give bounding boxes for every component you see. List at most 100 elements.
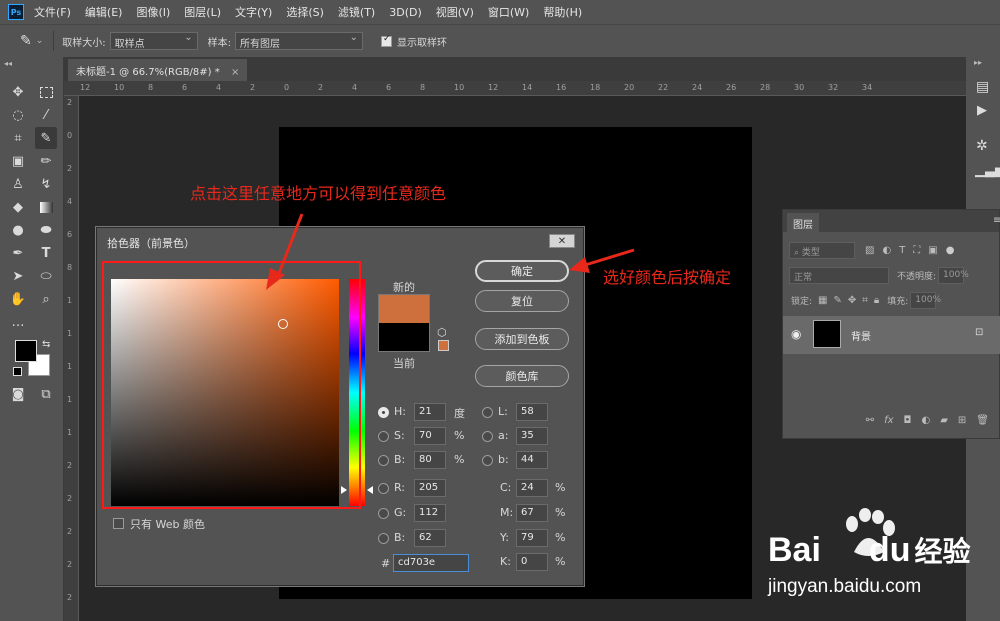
type-tool-icon[interactable]: T (35, 242, 57, 264)
menu-window[interactable]: 窗口(W) (488, 4, 529, 20)
screen-mode-icon[interactable]: ⧉ (35, 383, 57, 405)
sample-select[interactable]: 所有图层 (235, 32, 364, 50)
opacity-field[interactable]: 100% (938, 267, 969, 284)
cyan-field[interactable]: 24 (516, 479, 548, 497)
dodge-tool-icon[interactable]: ⬬ (35, 219, 57, 241)
brightness-radio[interactable] (378, 455, 389, 466)
pen-tool-icon[interactable]: ✒ (7, 242, 29, 264)
lock-all-icon[interactable]: 🔒︎ (874, 295, 879, 306)
panel-menu-icon[interactable]: ≡ (993, 215, 1000, 226)
delete-layer-icon[interactable]: 🗑︎ (976, 415, 989, 426)
menu-select[interactable]: 选择(S) (286, 4, 324, 20)
filter-adjustment-icon[interactable]: ◐ (882, 245, 891, 256)
document-tab[interactable]: 未标题-1 @ 66.7%(RGB/8#) * × (68, 59, 248, 81)
blue-radio[interactable] (378, 533, 389, 544)
histogram-panel-icon[interactable]: ▁▃▅ (975, 163, 1000, 178)
current-color-swatch[interactable] (378, 323, 430, 352)
menu-edit[interactable]: 编辑(E) (85, 4, 123, 20)
lab-l-field[interactable]: 58 (516, 403, 548, 421)
hand-tool-icon[interactable]: ✋ (7, 288, 29, 310)
ok-button[interactable]: 确定 (475, 260, 569, 282)
filter-toggle-icon[interactable]: ● (946, 245, 955, 256)
fill-field[interactable]: 100% (910, 292, 941, 309)
red-radio[interactable] (378, 483, 389, 494)
add-to-swatches-button[interactable]: 添加到色板 (475, 328, 569, 350)
black-field[interactable]: 0 (516, 553, 548, 571)
magic-wand-tool-icon[interactable]: ⁄ (35, 104, 57, 126)
red-field[interactable]: 205 (414, 479, 446, 497)
yellow-field[interactable]: 79 (516, 529, 548, 547)
menu-help[interactable]: 帮助(H) (543, 4, 582, 20)
close-icon[interactable]: ✕ (549, 234, 575, 248)
saturation-field[interactable]: 70 (414, 427, 446, 445)
filter-type-icon[interactable]: T (899, 245, 905, 256)
sample-size-select[interactable]: 取样点 (109, 32, 198, 50)
menu-layer[interactable]: 图层(L) (184, 4, 221, 20)
zoom-tool-icon[interactable]: ⌕ (35, 288, 57, 310)
layer-style-icon[interactable]: fx (884, 415, 893, 426)
web-safe-swatch[interactable] (438, 340, 449, 351)
stamp-tool-icon[interactable]: ♙ (7, 173, 29, 195)
history-brush-tool-icon[interactable]: ↯ (35, 173, 57, 195)
hue-field[interactable]: 21 (414, 403, 446, 421)
close-tab-icon[interactable]: × (231, 67, 239, 78)
gradient-tool-icon[interactable] (35, 196, 57, 218)
web-only-checkbox[interactable] (113, 518, 124, 529)
preset-chevron-icon[interactable]: ⌄ (36, 36, 44, 46)
visibility-eye-icon[interactable]: ◉ (791, 327, 801, 341)
blue-field[interactable]: 62 (414, 529, 446, 547)
lasso-tool-icon[interactable]: ◌ (7, 104, 29, 126)
blend-mode-select[interactable]: 正常 (789, 267, 889, 284)
lab-b-field[interactable]: 44 (516, 451, 548, 469)
foreground-color-swatch[interactable] (15, 340, 37, 362)
swap-colors-icon[interactable]: ⇆ (42, 339, 50, 350)
brush-tool-icon[interactable]: ✏ (35, 150, 57, 172)
new-layer-icon[interactable]: ⊞ (958, 415, 966, 426)
menu-3d[interactable]: 3D(D) (389, 6, 422, 19)
menu-image[interactable]: 图像(I) (136, 4, 170, 20)
link-layers-icon[interactable]: ⚯ (866, 415, 874, 426)
quick-mask-icon[interactable]: ◙ (7, 383, 29, 405)
marquee-tool-icon[interactable] (35, 81, 57, 103)
layer-kind-filter[interactable]: ⌕ 类型 (789, 242, 855, 259)
green-field[interactable]: 112 (414, 504, 446, 522)
eraser-tool-icon[interactable]: ◆ (7, 196, 29, 218)
filter-smart-object-icon[interactable]: ▣ (928, 245, 937, 256)
filter-shape-icon[interactable]: ⛶ (913, 245, 920, 256)
new-group-icon[interactable]: ▰ (940, 415, 948, 426)
add-mask-icon[interactable]: ◘ (904, 415, 912, 426)
saturation-radio[interactable] (378, 431, 389, 442)
path-selection-tool-icon[interactable]: ➤ (7, 265, 29, 287)
filter-pixel-icon[interactable]: ▨ (865, 245, 874, 256)
lab-b-radio[interactable] (482, 455, 493, 466)
lab-l-radio[interactable] (482, 407, 493, 418)
eyedropper-tool-icon[interactable]: ✎ (35, 127, 57, 149)
show-ring-checkbox[interactable] (381, 34, 393, 47)
magenta-field[interactable]: 67 (516, 504, 548, 522)
color-libraries-button[interactable]: 颜色库 (475, 365, 569, 387)
healing-brush-tool-icon[interactable]: ▣ (7, 150, 29, 172)
default-colors-icon[interactable] (13, 367, 22, 376)
eyedropper-preset-icon[interactable]: ✎ (20, 33, 32, 49)
green-radio[interactable] (378, 508, 389, 519)
ellipse-tool-icon[interactable]: ⬭ (35, 265, 57, 287)
brightness-field[interactable]: 80 (414, 451, 446, 469)
layers-tab[interactable]: 图层 (787, 213, 819, 232)
lock-artboard-icon[interactable]: ⌗ (862, 295, 868, 306)
menu-type[interactable]: 文字(Y) (235, 4, 272, 20)
menu-view[interactable]: 视图(V) (436, 4, 474, 20)
layer-row[interactable]: ◉ 背景 ⊡ (783, 316, 1000, 354)
more-tools-icon[interactable]: … (7, 311, 29, 333)
dock-collapse-icon[interactable]: ▸▸ (974, 58, 982, 67)
hex-field[interactable]: cd703e (393, 554, 469, 572)
crop-tool-icon[interactable]: ⌗ (7, 127, 29, 149)
menu-filter[interactable]: 滤镜(T) (338, 4, 375, 20)
hue-radio[interactable] (378, 407, 389, 418)
adjustment-layer-icon[interactable]: ◐ (921, 415, 930, 426)
blur-tool-icon[interactable]: ● (7, 219, 29, 241)
actions-panel-icon[interactable]: ▶ (977, 103, 987, 118)
lab-a-field[interactable]: 35 (516, 427, 548, 445)
move-tool-icon[interactable]: ✥ (7, 81, 29, 103)
lock-position-icon[interactable]: ✥ (848, 295, 856, 306)
toolbar-collapse-icon[interactable]: ◂◂ (4, 59, 12, 68)
